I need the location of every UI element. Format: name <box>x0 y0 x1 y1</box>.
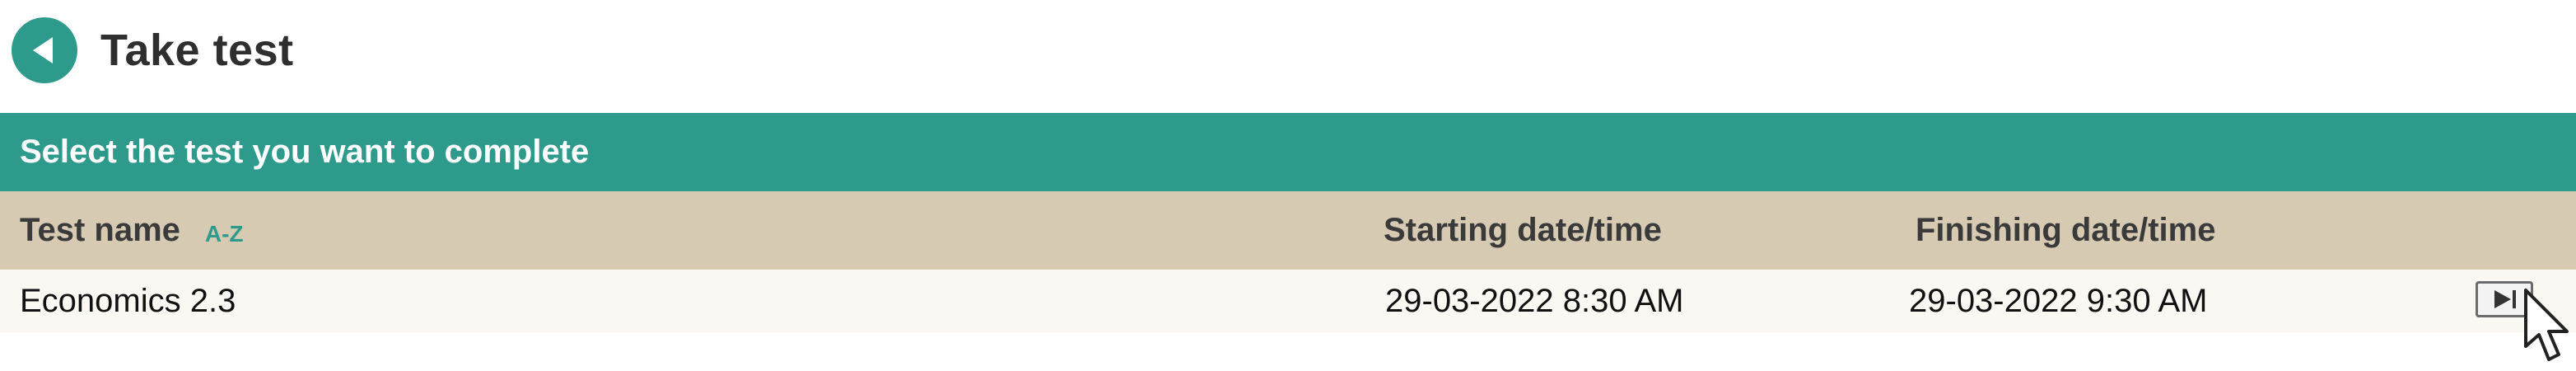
column-header-test-name-label: Test name <box>20 212 180 248</box>
back-arrow-icon <box>33 37 53 63</box>
column-header-test-name[interactable]: Test name A-Z <box>20 191 244 270</box>
back-button[interactable] <box>12 17 77 83</box>
sort-az-button[interactable]: A-Z <box>205 221 244 247</box>
play-icon <box>2494 290 2516 308</box>
take-test-page: Take test Select the test you want to co… <box>0 0 2576 371</box>
instruction-text: Select the test you want to complete <box>20 134 590 170</box>
instruction-bar: Select the test you want to complete <box>0 113 2576 191</box>
page-header: Take test <box>12 16 294 84</box>
page-title: Take test <box>100 26 294 75</box>
table-header-row: Test name A-Z Starting date/time Finishi… <box>0 191 2576 270</box>
table-row[interactable]: Economics 2.3 29-03-2022 8:30 AM 29-03-2… <box>0 270 2576 332</box>
start-test-button[interactable] <box>2476 281 2533 317</box>
tests-table: Select the test you want to complete Tes… <box>0 113 2576 332</box>
column-header-finishing: Finishing date/time <box>1916 212 2216 248</box>
starting-datetime-cell: 29-03-2022 8:30 AM <box>1385 282 1684 319</box>
column-header-starting: Starting date/time <box>1384 212 1662 248</box>
finishing-datetime-cell: 29-03-2022 9:30 AM <box>1909 282 2208 319</box>
test-name-cell: Economics 2.3 <box>20 282 236 319</box>
